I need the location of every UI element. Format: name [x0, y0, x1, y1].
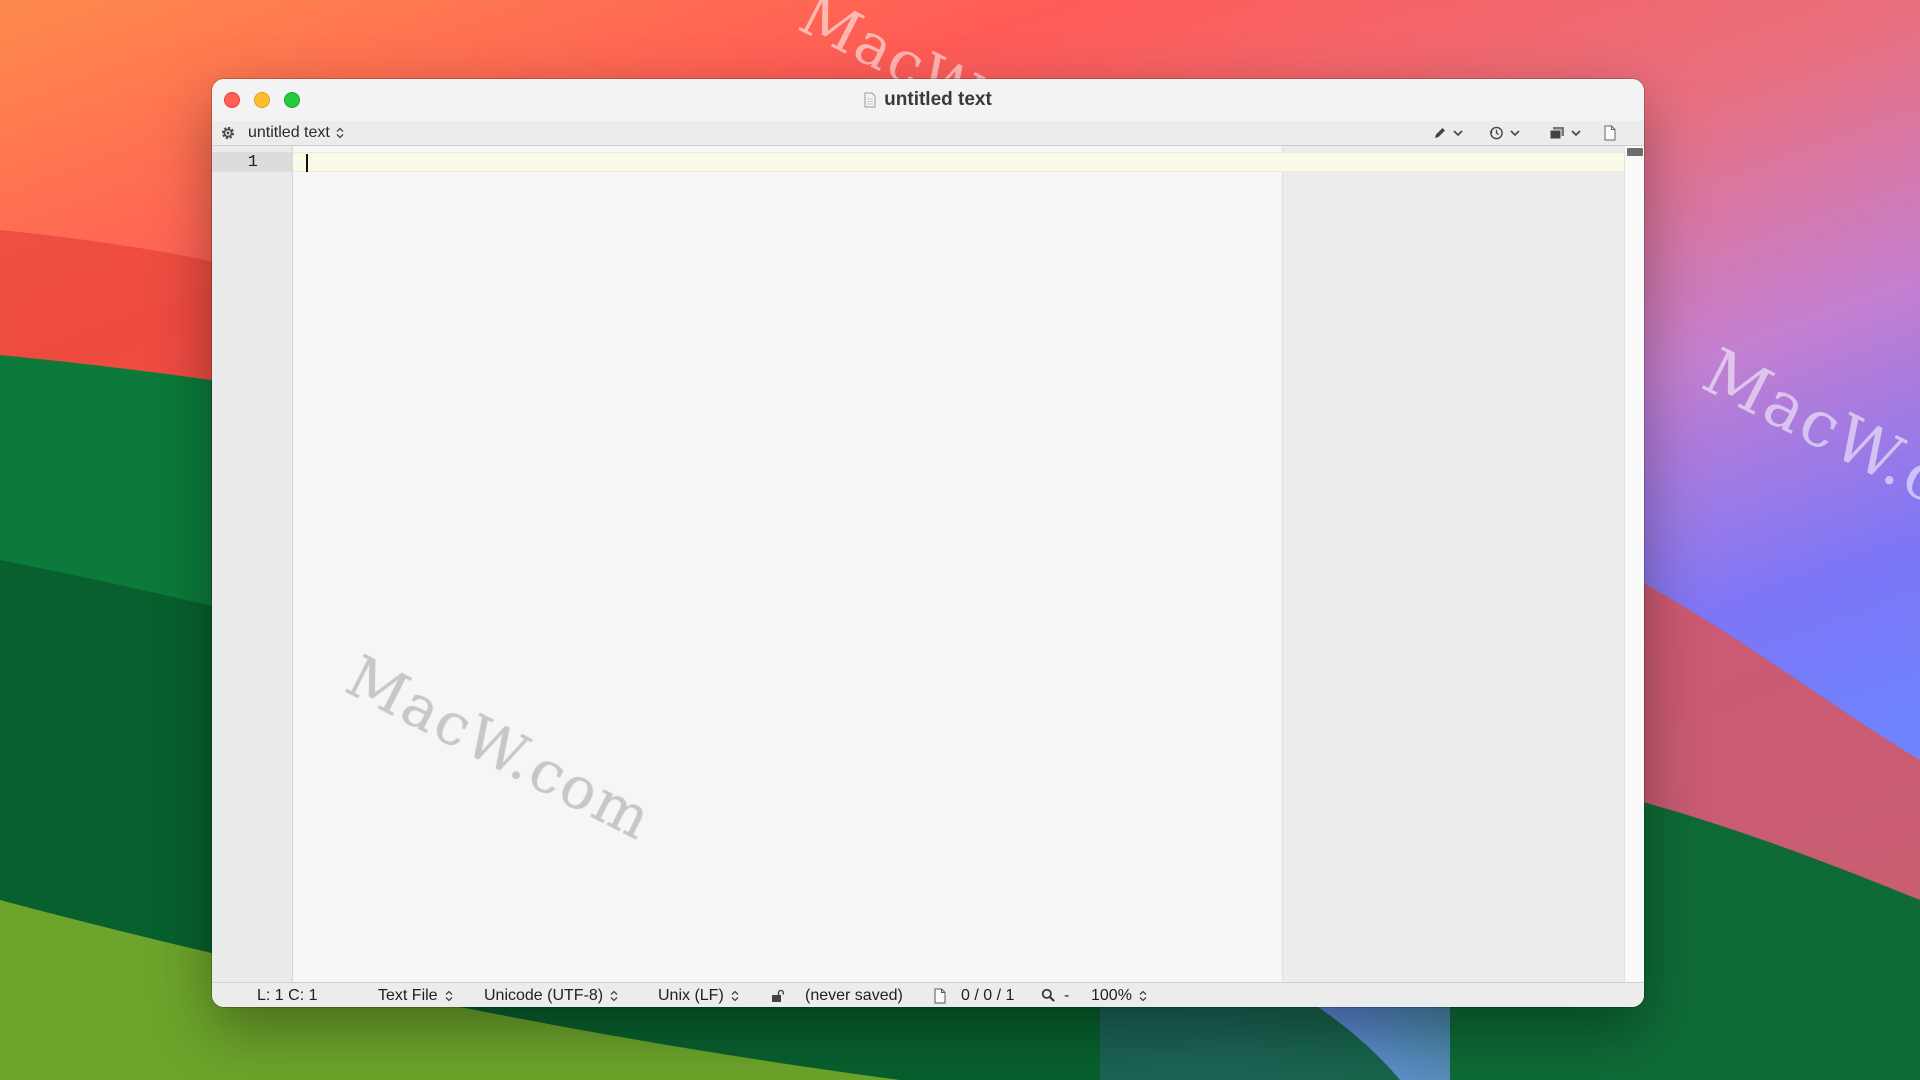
zoom-separator: - [1064, 987, 1070, 1004]
chevron-down-icon [1571, 130, 1581, 137]
title-bar: untitled text [212, 79, 1644, 122]
encoding-popup[interactable]: Unicode (UTF-8) [484, 986, 618, 1006]
lock-icon[interactable] [771, 989, 785, 1003]
editor-window: untitled text untitled text 1 MacW.com L… [212, 79, 1644, 1007]
cursor-position[interactable]: L: 1 C: 1 [257, 986, 317, 1006]
page-guide-area [1282, 146, 1625, 982]
text-editor-area[interactable]: 1 MacW.com [212, 146, 1625, 982]
zoom-level: 100% [1091, 987, 1132, 1004]
document-name: untitled text [248, 124, 330, 141]
document-icon [934, 988, 946, 1004]
document-counts-label: 0 / 0 / 1 [961, 987, 1015, 1004]
magnifier-icon [1041, 988, 1055, 1002]
up-down-chevron-icon [1139, 990, 1147, 1002]
line-endings-label: Unix (LF) [658, 987, 724, 1004]
save-status-label: (never saved) [805, 987, 903, 1004]
encoding-label: Unicode (UTF-8) [484, 987, 604, 1004]
pencil-icon [1435, 128, 1445, 138]
clock-icon [1489, 126, 1503, 140]
scrollbar-thumb[interactable] [1627, 148, 1643, 156]
current-line-highlight [293, 152, 1624, 172]
up-down-chevron-icon [445, 990, 453, 1002]
navigation-bar: untitled text [212, 121, 1644, 146]
save-status: (never saved) [805, 986, 903, 1006]
zoom-out-button[interactable]: - [1064, 986, 1069, 1006]
syntax-mode-popup[interactable]: Text File [378, 986, 453, 1006]
line-endings-popup[interactable]: Unix (LF) [658, 986, 739, 1006]
up-down-chevron-icon [336, 127, 344, 139]
gear-icon[interactable] [220, 125, 236, 141]
up-down-chevron-icon [731, 990, 739, 1002]
syntax-mode-label: Text File [378, 987, 438, 1004]
zoom-popup[interactable]: 100% [1091, 986, 1147, 1006]
up-down-chevron-icon [610, 990, 618, 1002]
new-document-icon[interactable] [1604, 125, 1616, 141]
watermark-text: MacW.com [336, 642, 664, 854]
vertical-scrollbar[interactable] [1624, 146, 1644, 982]
document-popup-menu[interactable]: untitled text [248, 121, 344, 145]
status-bar: L: 1 C: 1 Text File Unicode (UTF-8) Unix… [212, 982, 1644, 1007]
chevron-down-icon [1510, 130, 1520, 137]
history-menu[interactable] [1488, 124, 1520, 142]
window-title: untitled text [884, 89, 992, 110]
windows-menu[interactable] [1549, 124, 1581, 142]
markers-menu[interactable] [1433, 124, 1463, 142]
line-number-gutter: 1 [212, 146, 293, 982]
text-cursor [306, 154, 308, 172]
chevron-down-icon [1453, 130, 1463, 137]
document-icon [864, 92, 876, 108]
line-number: 1 [212, 152, 292, 172]
cursor-position-label: L: 1 C: 1 [257, 987, 318, 1004]
document-counts[interactable]: 0 / 0 / 1 [961, 986, 1014, 1006]
window-icon [1549, 127, 1564, 140]
